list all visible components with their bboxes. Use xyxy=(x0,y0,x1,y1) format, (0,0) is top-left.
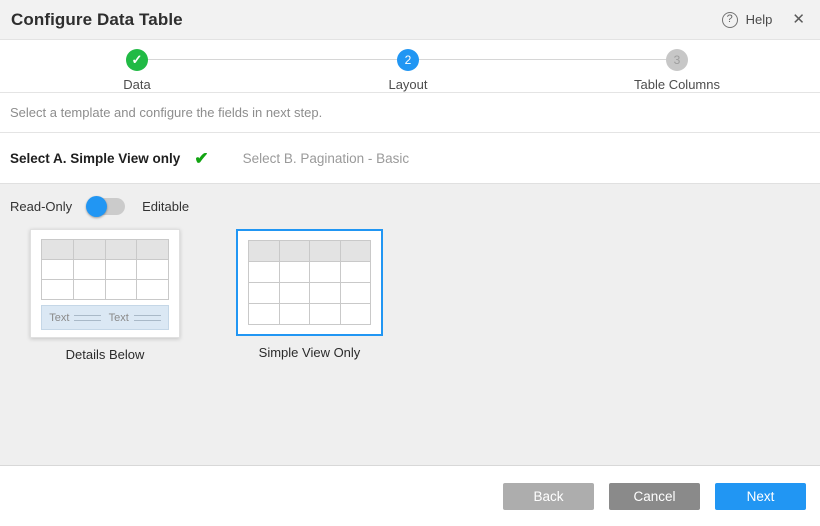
header-actions: ? Help ✕ xyxy=(722,12,805,28)
step-table-columns: 3 Table Columns xyxy=(607,49,747,92)
step-layout: 2 Layout xyxy=(338,49,478,92)
preview-cell xyxy=(137,280,168,300)
mode-toggle-row: Read-Only Editable xyxy=(0,184,820,215)
preview-row xyxy=(249,262,370,283)
preview-cell xyxy=(106,280,138,300)
preview-row xyxy=(249,283,370,304)
configure-data-table-dialog: Configure Data Table ? Help ✕ ✓ Data 2 L… xyxy=(0,0,820,526)
preview-cell xyxy=(310,262,341,283)
step-table-columns-label: Table Columns xyxy=(634,77,720,92)
table-preview xyxy=(41,239,169,300)
read-only-editable-toggle[interactable] xyxy=(87,198,125,215)
preview-cell xyxy=(310,241,341,262)
preview-cell xyxy=(280,283,311,304)
preview-cell xyxy=(310,283,341,304)
page-title: Configure Data Table xyxy=(11,10,183,30)
preview-cell xyxy=(137,240,168,260)
preview-cell xyxy=(280,304,311,325)
layout-content: Read-Only Editable xyxy=(0,184,820,466)
preview-row xyxy=(42,280,168,300)
template-card-simple-view-only[interactable] xyxy=(236,229,383,336)
wizard-stepper: ✓ Data 2 Layout 3 Table Columns xyxy=(0,40,820,93)
template-label-details-below: Details Below xyxy=(66,347,145,362)
preview-cell xyxy=(42,240,74,260)
detail-field: Text xyxy=(49,312,101,324)
preview-cell xyxy=(42,280,74,300)
step-layout-number[interactable]: 2 xyxy=(397,49,419,71)
preview-cell xyxy=(341,304,371,325)
preview-cell xyxy=(341,262,371,283)
tab-simple-view-only[interactable]: Select A. Simple View only ✔ xyxy=(10,150,209,167)
template-hint-text: Select a template and configure the fiel… xyxy=(10,105,322,120)
editable-label: Editable xyxy=(142,199,189,214)
preview-row xyxy=(42,260,168,280)
step-table-columns-number[interactable]: 3 xyxy=(666,49,688,71)
preview-cell xyxy=(249,262,280,283)
preview-cell xyxy=(341,283,371,304)
read-only-label: Read-Only xyxy=(10,199,72,214)
template-card-details-below[interactable]: Text Text xyxy=(30,229,180,338)
preview-cell xyxy=(249,304,280,325)
preview-cell xyxy=(74,280,106,300)
selected-check-icon: ✔ xyxy=(194,150,208,167)
preview-header-row xyxy=(42,240,168,260)
template-option-details-below: Text Text Details Below xyxy=(30,229,180,362)
step-layout-label: Layout xyxy=(388,77,427,92)
step-data-label: Data xyxy=(123,77,150,92)
detail-field-label: Text xyxy=(49,312,69,324)
table-preview xyxy=(248,240,371,325)
preview-cell xyxy=(341,241,371,262)
detail-field-lines xyxy=(74,315,101,321)
details-preview-strip: Text Text xyxy=(41,305,169,330)
next-button[interactable]: Next xyxy=(715,483,806,510)
close-icon[interactable]: ✕ xyxy=(792,12,805,27)
detail-field: Text xyxy=(109,312,161,324)
preview-cell xyxy=(106,260,138,280)
help-icon: ? xyxy=(722,12,738,28)
dialog-footer: Back Cancel Next xyxy=(0,466,820,526)
preview-cell xyxy=(310,304,341,325)
template-cards-row: Text Text Details Below xyxy=(0,215,820,362)
preview-cell xyxy=(137,260,168,280)
template-option-simple-view-only: Simple View Only xyxy=(236,229,383,360)
preview-cell xyxy=(42,260,74,280)
toggle-knob[interactable] xyxy=(86,196,107,217)
preview-header-row xyxy=(249,241,370,262)
preview-cell xyxy=(280,262,311,283)
dialog-header: Configure Data Table ? Help ✕ xyxy=(0,0,820,40)
preview-cell xyxy=(249,241,280,262)
preview-cell xyxy=(249,283,280,304)
detail-field-lines xyxy=(134,315,161,321)
help-label: Help xyxy=(746,12,773,27)
preview-row xyxy=(249,304,370,325)
back-button[interactable]: Back xyxy=(503,483,594,510)
tab-pagination-basic[interactable]: Select B. Pagination - Basic xyxy=(243,151,410,166)
help-button[interactable]: ? Help xyxy=(722,12,773,28)
preview-cell xyxy=(74,260,106,280)
tab-simple-view-only-label: Select A. Simple View only xyxy=(10,151,180,166)
step-data: ✓ Data xyxy=(67,49,207,92)
detail-field-label: Text xyxy=(109,312,129,324)
cancel-button[interactable]: Cancel xyxy=(609,483,700,510)
template-tabs: Select A. Simple View only ✔ Select B. P… xyxy=(0,133,820,184)
template-hint-row: Select a template and configure the fiel… xyxy=(0,93,820,133)
preview-cell xyxy=(280,241,311,262)
preview-cell xyxy=(74,240,106,260)
step-data-check-icon[interactable]: ✓ xyxy=(126,49,148,71)
preview-cell xyxy=(106,240,138,260)
template-label-simple-view-only: Simple View Only xyxy=(259,345,361,360)
